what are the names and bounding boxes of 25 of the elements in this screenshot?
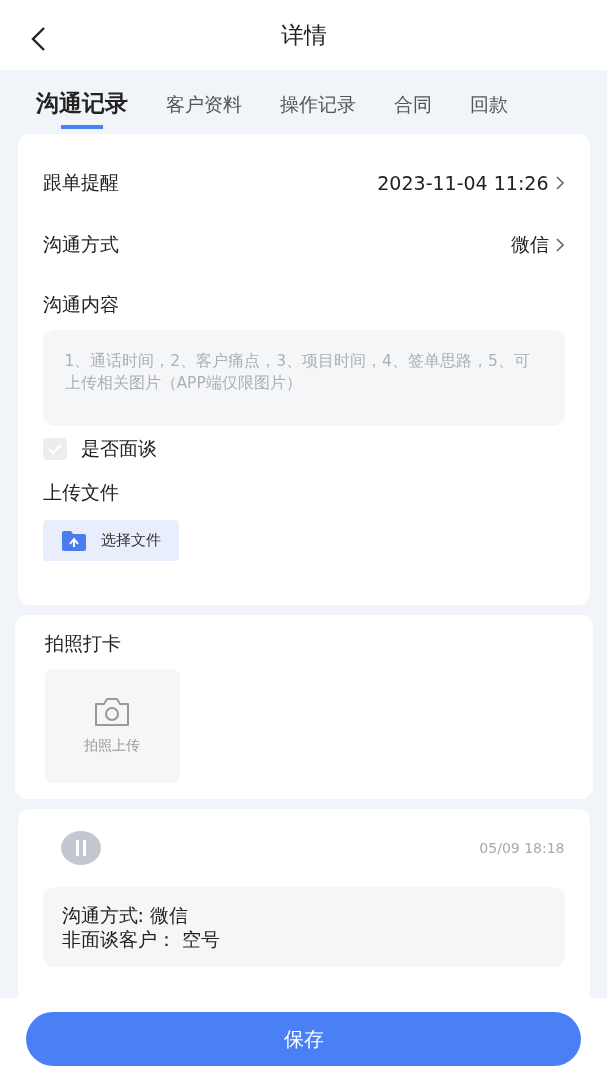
folder-upload-icon bbox=[60, 529, 87, 552]
page-title: 详情 bbox=[280, 20, 327, 50]
select-field[interactable]: 微信 bbox=[510, 232, 565, 258]
chevron-right-icon bbox=[554, 175, 565, 191]
tab[interactable]: 客户资料 bbox=[165, 88, 242, 132]
content-field[interactable]: 1、通话时间，2、客户痛点，3、项目时间，4、签单思路，5、可上传相关图片（APP端仅限图片） bbox=[42, 330, 565, 426]
tab[interactable]: 合同 bbox=[393, 88, 432, 132]
choose-file-button[interactable]: 选择文件 bbox=[42, 520, 179, 561]
field-label: 沟通方式 bbox=[42, 232, 119, 257]
select-field[interactable]: 2023-11-04 11:26 bbox=[377, 172, 565, 194]
section-title: 拍照打卡 bbox=[44, 631, 122, 656]
record-line: 非面谈客户： 空号 bbox=[61, 927, 221, 951]
save-button[interactable]: 保存 bbox=[26, 1012, 581, 1066]
camera-icon bbox=[93, 697, 131, 727]
record-time: 05/09 18:18 bbox=[479, 840, 565, 856]
field-label: 沟通内容 bbox=[42, 292, 120, 317]
chevron-right-icon bbox=[554, 237, 565, 253]
checkbox-label: 是否面谈 bbox=[80, 436, 157, 461]
tab[interactable]: 操作记录 bbox=[279, 88, 356, 132]
pause-icon[interactable] bbox=[60, 831, 101, 865]
field-label: 上传文件 bbox=[42, 480, 120, 505]
field-label: 跟单提醒 bbox=[42, 170, 119, 195]
tab[interactable]: 回款 bbox=[469, 88, 508, 132]
back-icon[interactable] bbox=[30, 26, 46, 52]
record-line: 沟通方式: 微信 bbox=[61, 903, 189, 927]
